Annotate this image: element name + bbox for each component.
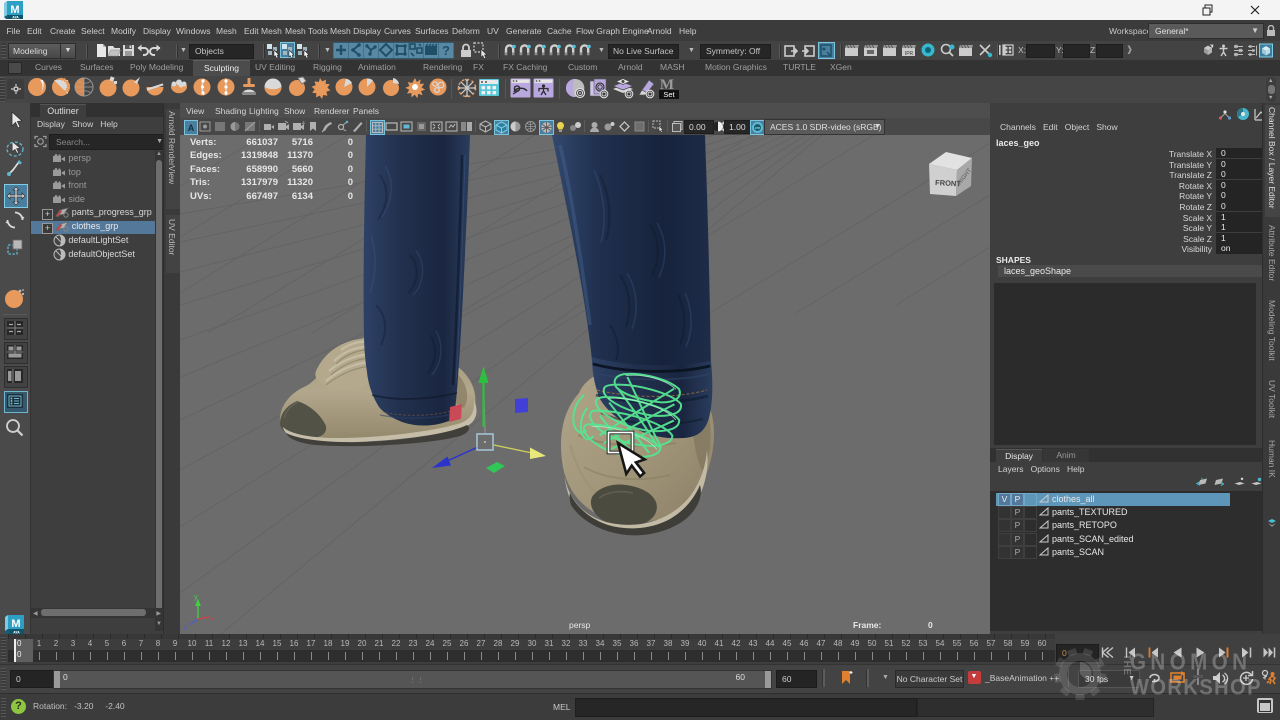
- svg-text:AYA: AYA: [12, 16, 19, 20]
- svg-text:M: M: [11, 618, 20, 630]
- svg-text:?: ?: [442, 43, 450, 58]
- svg-text:z: z: [183, 623, 187, 632]
- svg-text:y: y: [194, 592, 198, 601]
- svg-text:x: x: [211, 614, 215, 623]
- svg-text:IPR: IPR: [904, 51, 913, 57]
- svg-text:cm: cm: [755, 125, 761, 130]
- svg-text:M: M: [10, 4, 19, 16]
- svg-text:Set: Set: [663, 90, 675, 99]
- svg-text:4: 4: [302, 121, 305, 127]
- svg-text:A: A: [188, 123, 195, 133]
